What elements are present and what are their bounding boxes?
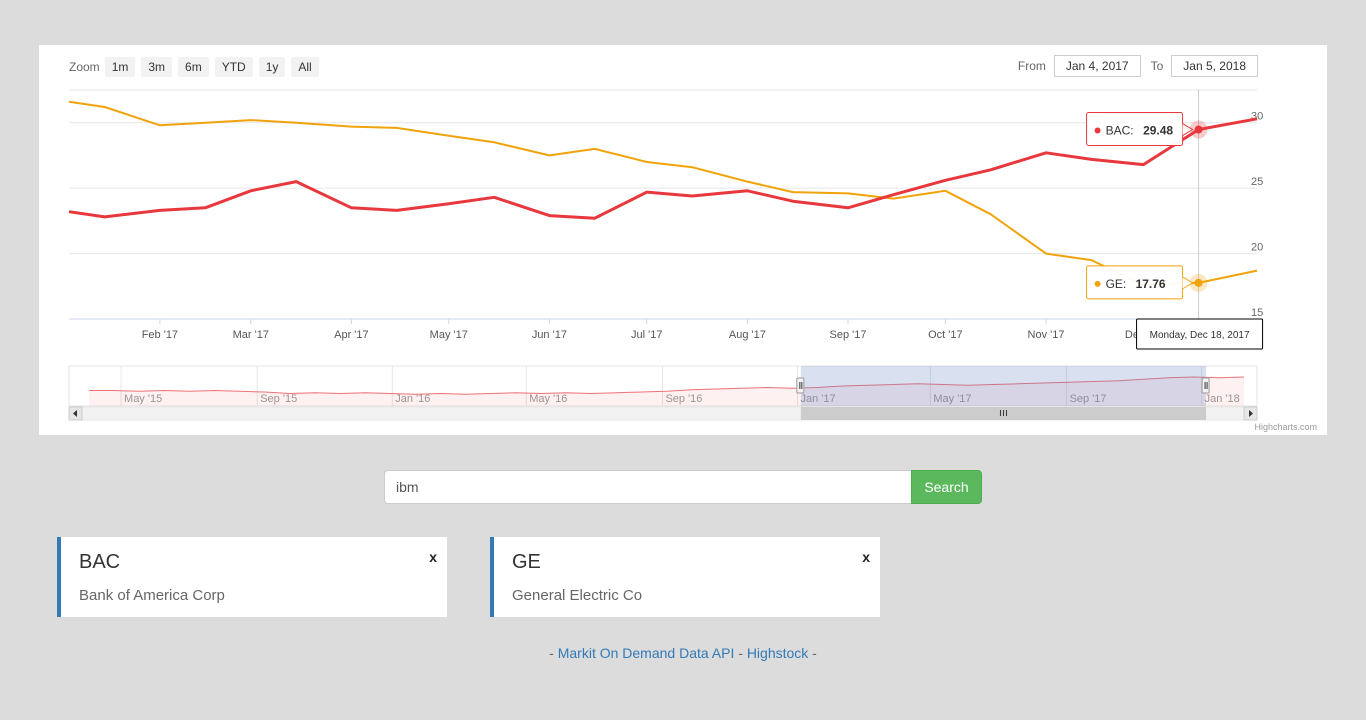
hover-marker xyxy=(1194,278,1203,287)
stock-chart-panel: Feb '17 Mar '17 Apr '17 May '17 Jun '17 Jul '… xyxy=(39,45,1327,435)
y-tick-label: 20 xyxy=(1251,242,1263,254)
zoom-label: Zoom xyxy=(69,60,100,74)
zoom-all-button[interactable]: All xyxy=(291,57,319,77)
date-range-inputs: From Jan 4, 2017 To Jan 5, 2018 xyxy=(1008,55,1258,77)
x-tick-label: Apr '17 xyxy=(334,329,369,341)
zoom-1m-button[interactable]: 1m xyxy=(104,57,136,77)
highstock-link[interactable]: Highstock xyxy=(747,645,808,661)
x-tick-label: Feb '17 xyxy=(142,329,178,341)
footer-suffix: - xyxy=(808,645,817,661)
stock-chart[interactable]: Feb '17 Mar '17 Apr '17 May '17 Jun '17 Jul '… xyxy=(39,45,1327,435)
footer-separator: - xyxy=(734,645,747,661)
markit-api-link[interactable]: Markit On Demand Data API xyxy=(558,645,735,661)
x-tick-label: Oct '17 xyxy=(928,329,963,341)
x-tick-label: Aug '17 xyxy=(729,329,766,341)
stock-card-ge: GE General Electric Co x xyxy=(490,537,880,617)
tooltip-date-label: Monday, Dec 18, 2017 xyxy=(1150,330,1250,341)
x-tick-label: Jul '17 xyxy=(631,329,662,341)
x-tick-label: Nov '17 xyxy=(1028,329,1065,341)
stock-symbol: GE xyxy=(512,551,541,573)
y-tick-label: 15 xyxy=(1251,307,1263,319)
remove-stock-button[interactable]: x xyxy=(429,549,437,565)
tooltip-value: 17.76 xyxy=(1136,277,1166,291)
footer-prefix: - xyxy=(549,645,558,661)
highcharts-credits[interactable]: Highcharts.com xyxy=(1254,422,1317,432)
hover-marker xyxy=(1194,125,1203,134)
to-date-input[interactable]: Jan 5, 2018 xyxy=(1171,55,1258,77)
from-date-input[interactable]: Jan 4, 2017 xyxy=(1053,55,1141,77)
x-tick-label: Sep '17 xyxy=(830,329,867,341)
x-tick-label: May '17 xyxy=(430,329,468,341)
to-label: To xyxy=(1150,59,1164,73)
remove-stock-button[interactable]: x xyxy=(862,549,870,565)
zoom-6m-button[interactable]: 6m xyxy=(178,57,209,77)
y-tick-label: 25 xyxy=(1251,176,1263,188)
stock-company-name: Bank of America Corp xyxy=(79,587,225,604)
zoom-ytd-button[interactable]: YTD xyxy=(214,57,253,77)
tooltip-series-dot xyxy=(1094,127,1101,134)
stock-symbol: BAC xyxy=(79,551,121,573)
x-tick-label: Mar '17 xyxy=(233,329,269,341)
range-selector: Zoom 1m 3m 6m YTD 1y All xyxy=(69,57,325,77)
search-input[interactable]: ibm xyxy=(384,470,911,504)
footer: - Markit On Demand Data API - Highstock … xyxy=(0,645,1366,661)
series-line-bac[interactable] xyxy=(68,117,1258,220)
stock-company-name: General Electric Co xyxy=(512,587,643,604)
tooltip-series-name: GE: xyxy=(1106,277,1127,291)
tooltip-box-ge xyxy=(1086,265,1184,300)
stock-card-bac: BAC Bank of America Corp x xyxy=(57,537,447,617)
tooltip-series-name: BAC: xyxy=(1106,124,1134,138)
zoom-1y-button[interactable]: 1y xyxy=(258,57,286,77)
search-button[interactable]: Search xyxy=(911,470,982,504)
zoom-3m-button[interactable]: 3m xyxy=(141,57,173,77)
from-label: From xyxy=(1017,59,1046,73)
tooltip-series-dot xyxy=(1094,280,1101,287)
search-form: ibm Search xyxy=(384,470,982,504)
tooltip-value: 29.48 xyxy=(1143,124,1173,138)
navigator-selection[interactable] xyxy=(800,366,1207,406)
x-tick-label: Jun '17 xyxy=(532,329,567,341)
